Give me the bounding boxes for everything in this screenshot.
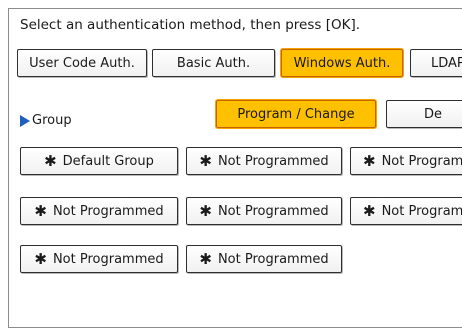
group-label: Group <box>20 113 72 128</box>
group-button-label: Not Program <box>381 153 462 169</box>
group-button-4[interactable]: ✱ Not Programmed <box>20 197 178 225</box>
windows-auth-tab[interactable]: Windows Auth. <box>281 49 403 77</box>
star-icon: ✱ <box>363 202 376 220</box>
group-button-8[interactable]: ✱ Not Programmed <box>186 245 342 273</box>
group-button-label: Not Program <box>381 203 462 219</box>
auth-panel: Select an authentication method, then pr… <box>8 8 462 328</box>
group-button-2[interactable]: ✱ Not Programmed <box>186 147 342 175</box>
group-default-button[interactable]: ✱ Default Group <box>20 147 178 175</box>
ldap-auth-tab[interactable]: LDAP <box>410 49 462 77</box>
group-button-label: Not Programmed <box>217 251 329 267</box>
star-icon: ✱ <box>34 202 47 220</box>
delete-button[interactable]: De <box>386 100 462 128</box>
star-icon: ✱ <box>199 152 212 170</box>
star-icon: ✱ <box>199 250 212 268</box>
star-icon: ✱ <box>199 202 212 220</box>
group-button-5[interactable]: ✱ Not Programmed <box>186 197 342 225</box>
user-code-auth-tab[interactable]: User Code Auth. <box>17 49 147 77</box>
group-label-text: Group <box>32 113 72 128</box>
group-button-7[interactable]: ✱ Not Programmed <box>20 245 178 273</box>
basic-auth-tab[interactable]: Basic Auth. <box>152 49 275 77</box>
star-icon: ✱ <box>34 250 47 268</box>
group-button-label: Not Programmed <box>52 203 164 219</box>
star-icon: ✱ <box>44 152 57 170</box>
instruction-text: Select an authentication method, then pr… <box>20 17 360 33</box>
group-button-label: Not Programmed <box>217 203 329 219</box>
group-button-label: Not Programmed <box>217 153 329 169</box>
group-button-label: Default Group <box>62 153 154 169</box>
group-button-6[interactable]: ✱ Not Program <box>350 197 462 225</box>
star-icon: ✱ <box>363 152 376 170</box>
group-button-label: Not Programmed <box>52 251 164 267</box>
triangle-right-icon <box>20 114 30 127</box>
group-button-3[interactable]: ✱ Not Program <box>350 147 462 175</box>
program-change-button[interactable]: Program / Change <box>216 100 376 128</box>
